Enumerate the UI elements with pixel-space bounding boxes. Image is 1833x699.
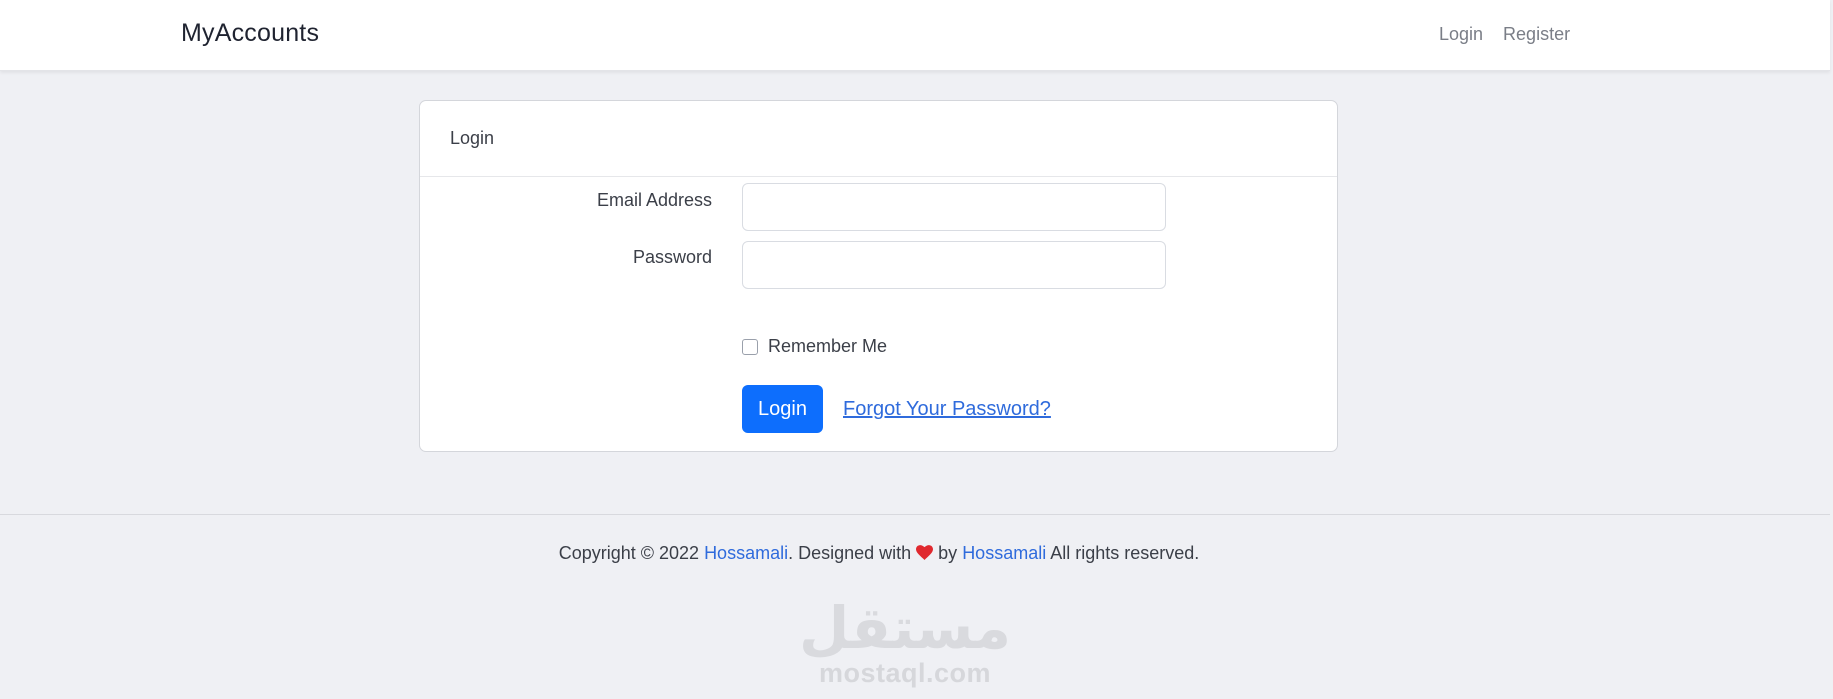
password-label: Password bbox=[632, 247, 712, 267]
remember-me-checkbox[interactable] bbox=[742, 339, 758, 355]
login-button[interactable]: Login bbox=[742, 385, 823, 433]
heart-icon bbox=[916, 545, 934, 560]
watermark-latin-text: mostaql.com bbox=[818, 658, 992, 688]
footer-middle-2: by bbox=[933, 543, 963, 563]
footer-suffix: All rights reserved. bbox=[1046, 543, 1200, 563]
nav-links: Login Register bbox=[1439, 24, 1570, 45]
footer-middle-1: . Designed with bbox=[788, 543, 917, 563]
footer-author-link-1[interactable]: Hossamali bbox=[704, 543, 788, 563]
password-field[interactable] bbox=[742, 241, 1166, 289]
watermark-arabic-text: مستقل bbox=[798, 594, 1012, 662]
top-navbar: MyAccounts Login Register bbox=[0, 0, 1830, 71]
footer-prefix: Copyright © 2022 bbox=[558, 543, 705, 563]
footer-copyright: Copyright © 2022 Hossamali. Designed wit… bbox=[0, 543, 1758, 564]
email-label: Email Address bbox=[596, 190, 712, 210]
brand-logo-link[interactable]: MyAccounts bbox=[181, 19, 319, 48]
login-card: Login Email Address Password Remember Me… bbox=[419, 100, 1338, 452]
mostaql-watermark: مستقل mostaql.com bbox=[790, 598, 1020, 688]
remember-me-label[interactable]: Remember Me bbox=[768, 336, 887, 357]
footer-author-link-2[interactable]: Hossamali bbox=[962, 543, 1046, 563]
card-title: Login bbox=[450, 128, 495, 148]
forgot-password-link[interactable]: Forgot Your Password? bbox=[843, 398, 1051, 421]
footer-divider bbox=[0, 514, 1830, 515]
nav-login-link[interactable]: Login bbox=[1439, 24, 1483, 45]
card-header: Login bbox=[420, 101, 1337, 177]
email-field[interactable] bbox=[742, 183, 1166, 231]
nav-register-link[interactable]: Register bbox=[1503, 24, 1570, 45]
